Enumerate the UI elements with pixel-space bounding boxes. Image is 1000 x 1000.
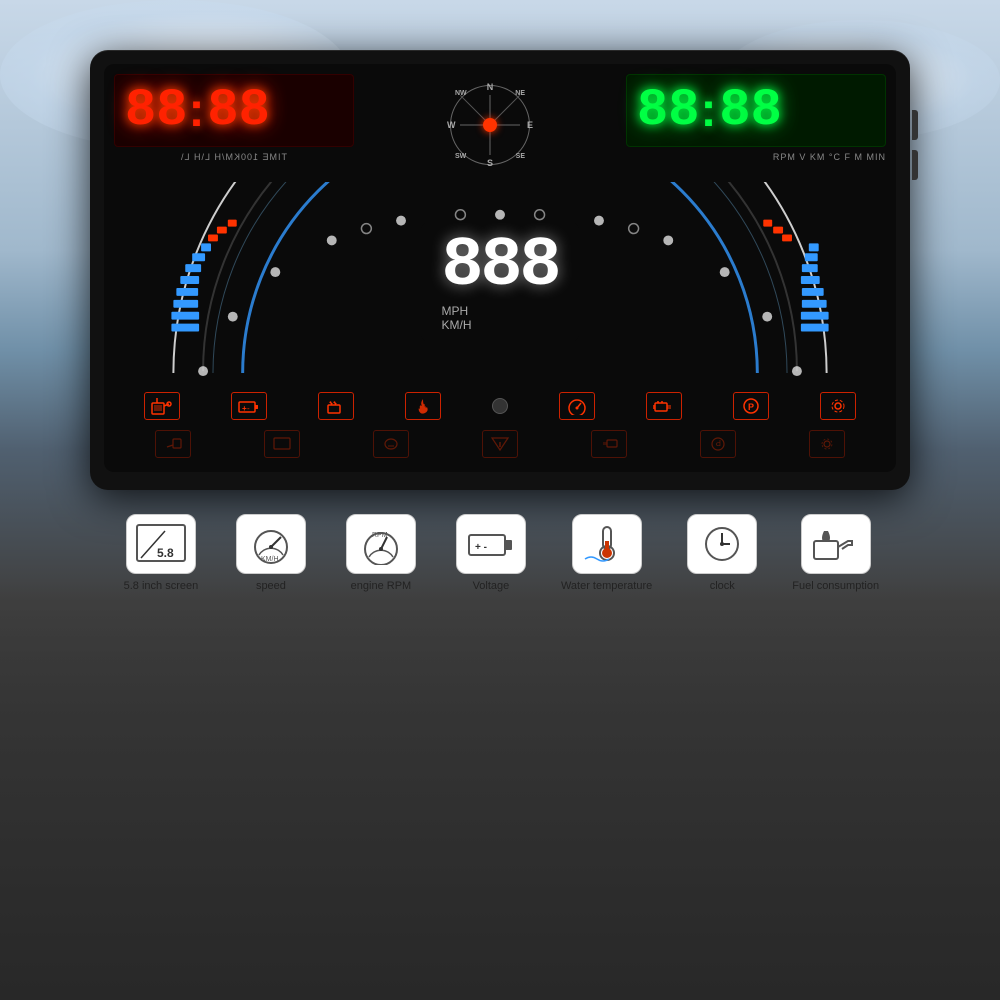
gear-settings-icon — [820, 392, 856, 420]
speed-value: 888 — [441, 232, 558, 302]
side-button-2[interactable] — [912, 150, 918, 180]
compass-n: N — [487, 82, 494, 92]
feature-screen-size: 5.8 5.8 inch screen — [121, 514, 201, 592]
fuel-gauge-icon — [144, 392, 180, 420]
svg-text:P: P — [716, 438, 721, 447]
fuel-consumption-label: Fuel consumption — [792, 580, 879, 592]
green-seg-display: 8 8 : 8 8 — [626, 74, 886, 147]
clock-icon-box — [687, 514, 757, 574]
screen-size-label: 5.8 inch screen — [124, 580, 199, 592]
warning-icons-row: +- — [114, 386, 886, 426]
water-temp-icon-box — [572, 514, 642, 574]
red-digit-3: 8 — [207, 85, 236, 137]
speedometer-area: 888 MPH KM/H — [114, 182, 886, 382]
compass-w: W — [447, 120, 456, 130]
green-display-area: 8 8 : 8 8 RPM V KM °C F M MIN — [626, 74, 886, 165]
speedometer-icon — [559, 392, 595, 420]
refl-signal — [482, 430, 518, 458]
fuel-icon-box — [801, 514, 871, 574]
feature-voltage: + - Voltage — [451, 514, 531, 592]
svg-text:P: P — [748, 402, 754, 412]
hud-device: 8 8 : 8 8 TIME 100KM/H L\H L\ — [90, 50, 910, 490]
voltage-label: Voltage — [473, 580, 510, 592]
compass-ne: NE — [515, 90, 525, 97]
compass-area: N S W E NE SE SW NW — [439, 74, 541, 176]
green-digit-2: 8 — [668, 85, 697, 137]
green-digit-4: 8 — [751, 85, 780, 137]
svg-text:-: - — [247, 404, 250, 413]
svg-text:KM/H: KM/H — [261, 556, 279, 563]
green-colon: : — [700, 83, 716, 138]
speed-icon-box: KM/H — [236, 514, 306, 574]
feature-clock: clock — [682, 514, 762, 592]
road-surface — [0, 580, 1000, 1000]
feature-fuel: Fuel consumption — [792, 514, 879, 592]
speed-display: 888 MPH KM/H — [421, 222, 578, 342]
reflection-row: P — [114, 426, 886, 462]
compass-se: SE — [516, 153, 525, 160]
refl-engine — [591, 430, 627, 458]
battery-icon: +- — [231, 392, 267, 420]
water-temp-label: Water temperature — [561, 580, 652, 592]
feature-engine-rpm: RPM engine RPM — [341, 514, 421, 592]
engine-icon — [646, 392, 682, 420]
red-display-labels: TIME 100KM/H L\H L\ — [180, 152, 287, 162]
side-button-1[interactable] — [912, 110, 918, 140]
top-display-row: 8 8 : 8 8 TIME 100KM/H L\H L\ — [114, 74, 886, 176]
features-row: 5.8 5.8 inch screen KM/H speed — [20, 514, 980, 592]
speed-unit: MPH KM/H — [441, 304, 558, 332]
red-digit-2: 8 — [156, 85, 185, 137]
refl-service — [155, 430, 191, 458]
refl-parking: P — [700, 430, 736, 458]
compass-center-dot — [483, 118, 497, 132]
voltage-icon-box: + - — [456, 514, 526, 574]
refl-box1 — [264, 430, 300, 458]
speed-label: speed — [256, 580, 286, 592]
green-display-labels: RPM V KM °C F M MIN — [773, 152, 886, 162]
screen-size-icon-box: 5.8 — [126, 514, 196, 574]
svg-text:5.8: 5.8 — [157, 546, 174, 560]
rpm-icon-box: RPM — [346, 514, 416, 574]
compass-e: E — [527, 120, 533, 130]
center-button[interactable] — [492, 398, 508, 414]
feature-speed: KM/H speed — [231, 514, 311, 592]
green-digit-3: 8 — [719, 85, 748, 137]
coffee-warning-icon — [318, 392, 354, 420]
compass-s: S — [487, 158, 493, 168]
svg-text:+ -: + - — [475, 542, 487, 553]
refl-temp — [373, 430, 409, 458]
refl-gear — [809, 430, 845, 458]
green-digit-1: 8 — [637, 85, 666, 137]
red-digit-4: 8 — [239, 85, 268, 137]
red-display-area: 8 8 : 8 8 TIME 100KM/H L\H L\ — [114, 74, 354, 165]
compass: N S W E NE SE SW NW — [445, 80, 535, 170]
main-container: 8 8 : 8 8 TIME 100KM/H L\H L\ — [20, 50, 980, 592]
parking-icon: P — [733, 392, 769, 420]
svg-text:RPM: RPM — [372, 532, 388, 539]
red-colon: : — [188, 83, 204, 138]
red-seg-display: 8 8 : 8 8 — [114, 74, 354, 147]
feature-water-temp: Water temperature — [561, 514, 652, 592]
red-digit-1: 8 — [125, 85, 154, 137]
compass-sw: SW — [455, 153, 466, 160]
hud-screen: 8 8 : 8 8 TIME 100KM/H L\H L\ — [104, 64, 896, 472]
clock-label: clock — [710, 580, 735, 592]
rpm-label: engine RPM — [351, 580, 412, 592]
compass-nw: NW — [455, 90, 467, 97]
flame-icon — [405, 392, 441, 420]
